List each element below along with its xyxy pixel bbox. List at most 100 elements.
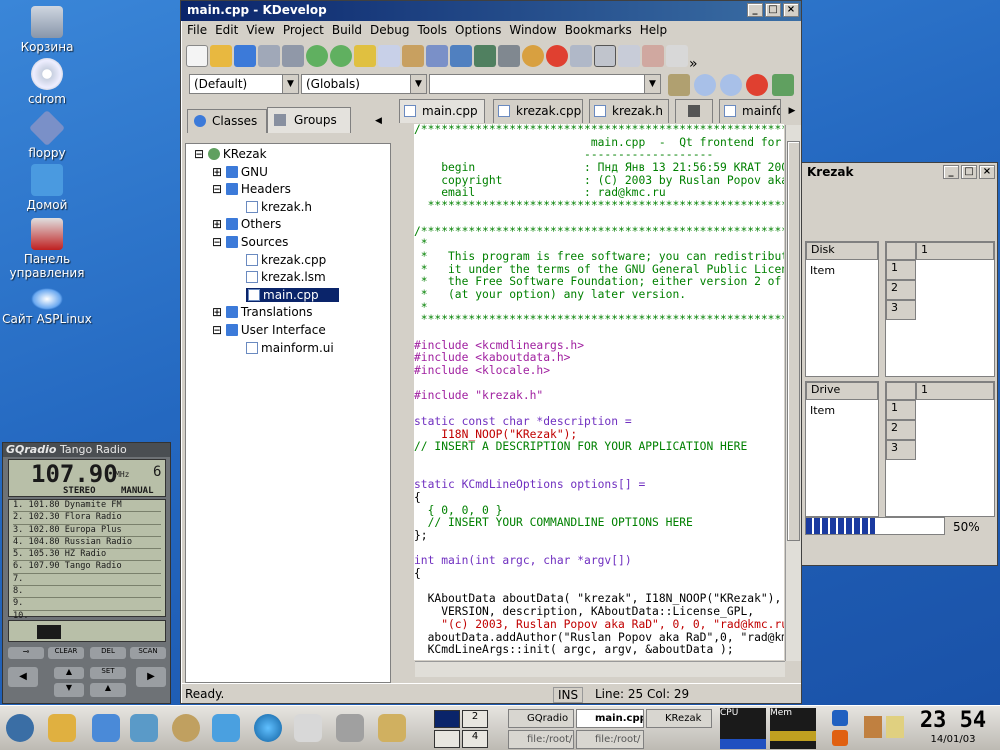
konqueror-icon[interactable] — [212, 714, 240, 742]
build-icon[interactable] — [450, 45, 472, 67]
radio-preset-list[interactable]: 1. 101.80 Dynamite FM 2. 102.30 Flora Rad… — [8, 499, 166, 623]
tree-item-krezak-h[interactable]: krezak.h — [190, 199, 386, 217]
rebuild-icon[interactable] — [474, 45, 496, 67]
radio-preset-item[interactable]: 5. 105.30 HZ Radio — [13, 549, 161, 562]
col-header[interactable]: 1 — [916, 382, 994, 400]
kdevelop-titlebar[interactable]: main.cpp - KDevelop _ □ × — [181, 1, 801, 21]
maximize-button[interactable]: □ — [765, 3, 781, 17]
menu-bookmarks[interactable]: Bookmarks — [561, 21, 636, 39]
tree-item-user-interface[interactable]: ⊟ User Interface — [190, 322, 386, 340]
k-menu-icon[interactable] — [6, 714, 34, 742]
radio-preset-item[interactable]: 9. — [13, 598, 161, 611]
desktop-icon-control-panel[interactable]: Панель управления — [2, 218, 92, 280]
code-editor[interactable]: /***************************************… — [414, 124, 784, 660]
desktop-icon-cdrom[interactable]: cdrom — [2, 58, 92, 106]
tab-mainform[interactable]: mainfo — [719, 99, 781, 123]
tab-scroll-left[interactable]: ◀ — [375, 111, 387, 131]
minimize-button[interactable]: _ — [943, 165, 959, 179]
desktop-icon-home[interactable]: Домой — [2, 164, 92, 212]
scroll-thumb[interactable] — [787, 141, 800, 541]
radio-preset-item[interactable]: 4. 104.80 Russian Radio — [13, 537, 161, 550]
desktop-icon-trash[interactable]: Корзина — [2, 6, 92, 54]
office-icon[interactable] — [336, 714, 364, 742]
menu-build[interactable]: Build — [328, 21, 366, 39]
task-krezak[interactable]: KRezak — [646, 709, 712, 728]
drive-table[interactable]: 1 1 2 3 — [885, 381, 995, 517]
radio-set-button[interactable]: SET — [90, 667, 126, 679]
pager-desk-1[interactable] — [434, 710, 460, 728]
editor-hscrollbar[interactable] — [415, 661, 785, 677]
klipper-icon[interactable] — [864, 716, 882, 738]
cut-icon[interactable] — [354, 45, 376, 67]
mail-icon[interactable] — [294, 714, 322, 742]
new-file-icon[interactable] — [186, 45, 208, 67]
stop-icon[interactable] — [546, 45, 568, 67]
menu-project[interactable]: Project — [279, 21, 328, 39]
radio-preset-item[interactable]: 2. 102.30 Flora Radio — [13, 512, 161, 525]
notes-icon[interactable] — [886, 716, 904, 738]
radio-preset-item[interactable]: 7. — [13, 574, 161, 587]
pager-desk-3[interactable] — [434, 730, 460, 748]
tree-item-main-cpp[interactable]: main.cpp — [190, 287, 386, 305]
sort-icon[interactable] — [642, 45, 664, 67]
more-icon[interactable]: » — [689, 56, 698, 71]
compile-icon[interactable] — [426, 45, 448, 67]
editor-scrollbar[interactable] — [785, 125, 801, 661]
tab-docs[interactable] — [675, 99, 713, 123]
forward-icon[interactable] — [720, 74, 742, 96]
menu-tools[interactable]: Tools — [413, 21, 451, 39]
tab-krezak-cpp[interactable]: krezak.cpp — [493, 99, 583, 123]
task-file-1[interactable]: file:/root/ — [508, 730, 574, 749]
radio-header[interactable]: GQradio Tango Radio — [3, 443, 170, 457]
radio-up-button[interactable]: ▲ — [54, 667, 84, 679]
goto-icon[interactable] — [668, 74, 690, 96]
radio-preset-item[interactable]: 8. — [13, 586, 161, 599]
paste-icon[interactable] — [402, 45, 424, 67]
tab-main-cpp[interactable]: main.cpp — [399, 99, 485, 123]
disk-item[interactable]: Item — [810, 264, 835, 277]
clean-icon[interactable] — [498, 45, 520, 67]
close-button[interactable]: × — [979, 165, 995, 179]
row-header[interactable]: 2 — [886, 420, 916, 440]
radio-clear-button[interactable]: CLEAR — [48, 647, 84, 659]
open-project-icon[interactable] — [234, 45, 256, 67]
drive-header[interactable]: Drive — [806, 382, 878, 400]
redo-icon[interactable] — [330, 45, 352, 67]
lock-icon[interactable] — [832, 710, 848, 726]
show-desktop-icon[interactable] — [48, 714, 76, 742]
radio-scan-button[interactable]: SCAN — [130, 647, 166, 659]
radio-del-button[interactable]: DEL — [90, 647, 126, 659]
disk-table[interactable]: 1 1 2 3 — [885, 241, 995, 377]
tab-scroll-right[interactable]: ▶ — [785, 101, 799, 121]
open-file-icon[interactable] — [210, 45, 232, 67]
menu-edit[interactable]: Edit — [211, 21, 242, 39]
tree-item-gnu[interactable]: ⊞ GNU — [190, 164, 386, 182]
find-icon[interactable] — [570, 45, 592, 67]
undo-icon[interactable] — [306, 45, 328, 67]
menu-window[interactable]: Window — [505, 21, 560, 39]
task-file-2[interactable]: file:/root/ — [576, 730, 644, 749]
row-header[interactable]: 1 — [886, 400, 916, 420]
radio-seek-left-button[interactable]: ◀ — [8, 667, 38, 687]
tab-classes[interactable]: Classes — [187, 109, 267, 133]
layout-icon[interactable] — [594, 45, 616, 67]
task-main-cpp[interactable]: main.cpp — [576, 709, 644, 728]
menu-file[interactable]: File — [183, 21, 211, 39]
row-header[interactable]: 1 — [886, 260, 916, 280]
bracket-icon[interactable] — [666, 45, 688, 67]
pager-desk-2[interactable]: 2 — [462, 710, 488, 728]
scope-combo[interactable]: (Default) ▼ — [189, 74, 299, 94]
minimize-button[interactable]: _ — [747, 3, 763, 17]
row-header[interactable]: 3 — [886, 300, 916, 320]
refresh-icon[interactable] — [772, 74, 794, 96]
browser-icon[interactable] — [254, 714, 282, 742]
tree-item-krezak-cpp[interactable]: krezak.cpp — [190, 252, 386, 270]
help-icon[interactable] — [172, 714, 200, 742]
tree-item-krezak[interactable]: ⊟ KRezak — [190, 146, 386, 164]
drive-item[interactable]: Item — [810, 404, 835, 417]
krezak-titlebar[interactable]: Krezak _ □ × — [799, 163, 997, 183]
row-header[interactable]: 3 — [886, 440, 916, 460]
radio-seek-right-button[interactable]: ▶ — [136, 667, 166, 687]
maximize-button[interactable]: □ — [961, 165, 977, 179]
logout-icon[interactable] — [832, 730, 848, 746]
